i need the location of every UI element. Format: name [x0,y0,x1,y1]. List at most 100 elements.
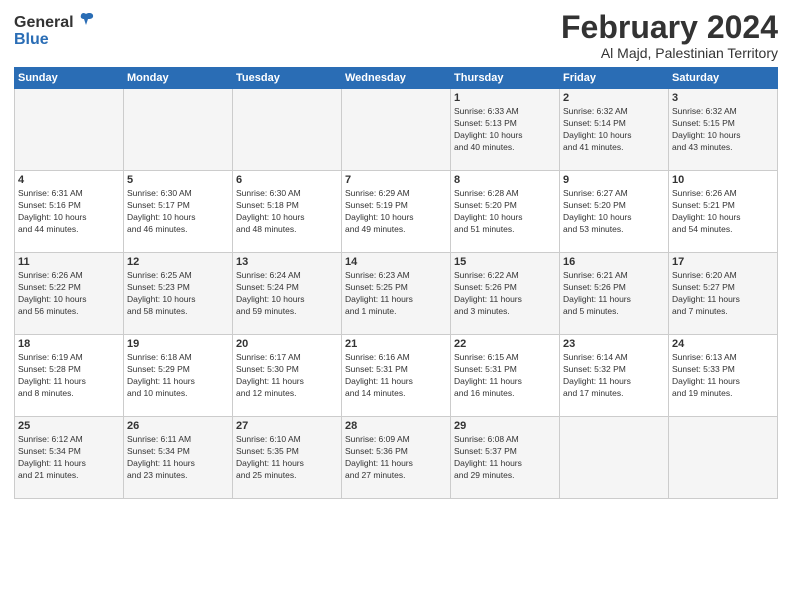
day-info: Sunrise: 6:30 AM Sunset: 5:17 PM Dayligh… [127,188,229,236]
day-info: Sunrise: 6:12 AM Sunset: 5:34 PM Dayligh… [18,434,120,482]
day-info: Sunrise: 6:26 AM Sunset: 5:21 PM Dayligh… [672,188,774,236]
day-info: Sunrise: 6:28 AM Sunset: 5:20 PM Dayligh… [454,188,556,236]
calendar-week-3: 11 Sunrise: 6:26 AM Sunset: 5:22 PM Dayli… [15,253,778,335]
day-info: Sunrise: 6:25 AM Sunset: 5:23 PM Dayligh… [127,270,229,318]
header-cell-monday: Monday [124,68,233,89]
month-year-title: February 2024 [561,10,778,45]
day-number: 4 [18,174,120,186]
calendar-cell: 15 Sunrise: 6:22 AM Sunset: 5:26 PM Dayli… [451,253,560,335]
day-number: 9 [563,174,665,186]
day-info: Sunrise: 6:21 AM Sunset: 5:26 PM Dayligh… [563,270,665,318]
calendar-cell: 28 Sunrise: 6:09 AM Sunset: 5:36 PM Dayli… [342,417,451,499]
calendar-week-2: 4Sunrise: 6:31 AM Sunset: 5:16 PM Daylig… [15,171,778,253]
day-info: Sunrise: 6:33 AM Sunset: 5:13 PM Dayligh… [454,106,556,154]
day-number: 13 [236,256,338,268]
header-cell-saturday: Saturday [669,68,778,89]
day-info: Sunrise: 6:18 AM Sunset: 5:29 PM Dayligh… [127,352,229,400]
calendar-cell: 13 Sunrise: 6:24 AM Sunset: 5:24 PM Dayli… [233,253,342,335]
day-number: 20 [236,338,338,350]
day-number: 3 [672,92,774,104]
day-number: 21 [345,338,447,350]
logo-bird-icon [76,10,96,35]
day-number: 1 [454,92,556,104]
day-info: Sunrise: 6:08 AM Sunset: 5:37 PM Dayligh… [454,434,556,482]
day-info: Sunrise: 6:26 AM Sunset: 5:22 PM Dayligh… [18,270,120,318]
day-info: Sunrise: 6:24 AM Sunset: 5:24 PM Dayligh… [236,270,338,318]
calendar-cell: 16 Sunrise: 6:21 AM Sunset: 5:26 PM Dayli… [560,253,669,335]
calendar-cell: 27Sunrise: 6:10 AM Sunset: 5:35 PM Dayli… [233,417,342,499]
calendar-header-row: SundayMondayTuesdayWednesdayThursdayFrid… [15,68,778,89]
day-info: Sunrise: 6:22 AM Sunset: 5:26 PM Dayligh… [454,270,556,318]
day-info: Sunrise: 6:10 AM Sunset: 5:35 PM Dayligh… [236,434,338,482]
calendar-cell: 2Sunrise: 6:32 AM Sunset: 5:14 PM Daylig… [560,89,669,171]
title-area: February 2024 Al Majd, Palestinian Terri… [561,10,778,61]
calendar-week-4: 18 Sunrise: 6:19 AM Sunset: 5:28 PM Dayli… [15,335,778,417]
day-number: 11 [18,256,120,268]
day-number: 26 [127,420,229,432]
day-info: Sunrise: 6:19 AM Sunset: 5:28 PM Dayligh… [18,352,120,400]
calendar-cell: 20 Sunrise: 6:17 AM Sunset: 5:30 PM Dayli… [233,335,342,417]
calendar-cell: 21 Sunrise: 6:16 AM Sunset: 5:31 PM Dayli… [342,335,451,417]
calendar-cell: 23 Sunrise: 6:14 AM Sunset: 5:32 PM Dayli… [560,335,669,417]
calendar-table: SundayMondayTuesdayWednesdayThursdayFrid… [14,67,778,499]
header-cell-sunday: Sunday [15,68,124,89]
calendar-cell: 1 Sunrise: 6:33 AM Sunset: 5:13 PM Daylig… [451,89,560,171]
calendar-cell: 9 Sunrise: 6:27 AM Sunset: 5:20 PM Daylig… [560,171,669,253]
day-info: Sunrise: 6:32 AM Sunset: 5:15 PM Dayligh… [672,106,774,154]
day-info: Sunrise: 6:13 AM Sunset: 5:33 PM Dayligh… [672,352,774,400]
day-number: 16 [563,256,665,268]
day-number: 15 [454,256,556,268]
header-cell-thursday: Thursday [451,68,560,89]
calendar-cell [124,89,233,171]
calendar-cell [233,89,342,171]
day-number: 25 [18,420,120,432]
logo-general: General [14,14,74,32]
calendar-cell: 22 Sunrise: 6:15 AM Sunset: 5:31 PM Dayli… [451,335,560,417]
day-number: 19 [127,338,229,350]
logo: General Blue [14,10,96,49]
calendar-cell: 6Sunrise: 6:30 AM Sunset: 5:18 PM Daylig… [233,171,342,253]
day-info: Sunrise: 6:23 AM Sunset: 5:25 PM Dayligh… [345,270,447,318]
day-number: 28 [345,420,447,432]
day-number: 29 [454,420,556,432]
day-info: Sunrise: 6:15 AM Sunset: 5:31 PM Dayligh… [454,352,556,400]
calendar-page: General Blue February 2024 Al Majd, Pale… [0,0,792,612]
day-number: 2 [563,92,665,104]
location-label: Al Majd, Palestinian Territory [561,45,778,61]
day-info: Sunrise: 6:29 AM Sunset: 5:19 PM Dayligh… [345,188,447,236]
calendar-cell: 12 Sunrise: 6:25 AM Sunset: 5:23 PM Dayli… [124,253,233,335]
day-number: 12 [127,256,229,268]
logo-blue: Blue [14,31,49,49]
day-info: Sunrise: 6:27 AM Sunset: 5:20 PM Dayligh… [563,188,665,236]
calendar-week-1: 1 Sunrise: 6:33 AM Sunset: 5:13 PM Daylig… [15,89,778,171]
day-info: Sunrise: 6:20 AM Sunset: 5:27 PM Dayligh… [672,270,774,318]
calendar-cell [342,89,451,171]
day-number: 6 [236,174,338,186]
header-cell-wednesday: Wednesday [342,68,451,89]
day-info: Sunrise: 6:17 AM Sunset: 5:30 PM Dayligh… [236,352,338,400]
day-info: Sunrise: 6:16 AM Sunset: 5:31 PM Dayligh… [345,352,447,400]
calendar-cell: 7Sunrise: 6:29 AM Sunset: 5:19 PM Daylig… [342,171,451,253]
header-cell-friday: Friday [560,68,669,89]
calendar-cell: 10Sunrise: 6:26 AM Sunset: 5:21 PM Dayli… [669,171,778,253]
calendar-cell: 14Sunrise: 6:23 AM Sunset: 5:25 PM Dayli… [342,253,451,335]
day-number: 5 [127,174,229,186]
calendar-cell: 8 Sunrise: 6:28 AM Sunset: 5:20 PM Daylig… [451,171,560,253]
day-number: 24 [672,338,774,350]
day-number: 8 [454,174,556,186]
calendar-cell: 25 Sunrise: 6:12 AM Sunset: 5:34 PM Dayli… [15,417,124,499]
day-info: Sunrise: 6:09 AM Sunset: 5:36 PM Dayligh… [345,434,447,482]
day-info: Sunrise: 6:11 AM Sunset: 5:34 PM Dayligh… [127,434,229,482]
calendar-cell: 5 Sunrise: 6:30 AM Sunset: 5:17 PM Daylig… [124,171,233,253]
calendar-cell: 3 Sunrise: 6:32 AM Sunset: 5:15 PM Daylig… [669,89,778,171]
day-number: 18 [18,338,120,350]
day-number: 23 [563,338,665,350]
calendar-cell [669,417,778,499]
calendar-cell: 26 Sunrise: 6:11 AM Sunset: 5:34 PM Dayli… [124,417,233,499]
calendar-cell: 19 Sunrise: 6:18 AM Sunset: 5:29 PM Dayli… [124,335,233,417]
day-number: 22 [454,338,556,350]
day-info: Sunrise: 6:14 AM Sunset: 5:32 PM Dayligh… [563,352,665,400]
calendar-cell [15,89,124,171]
calendar-cell: 17Sunrise: 6:20 AM Sunset: 5:27 PM Dayli… [669,253,778,335]
calendar-week-5: 25 Sunrise: 6:12 AM Sunset: 5:34 PM Dayli… [15,417,778,499]
